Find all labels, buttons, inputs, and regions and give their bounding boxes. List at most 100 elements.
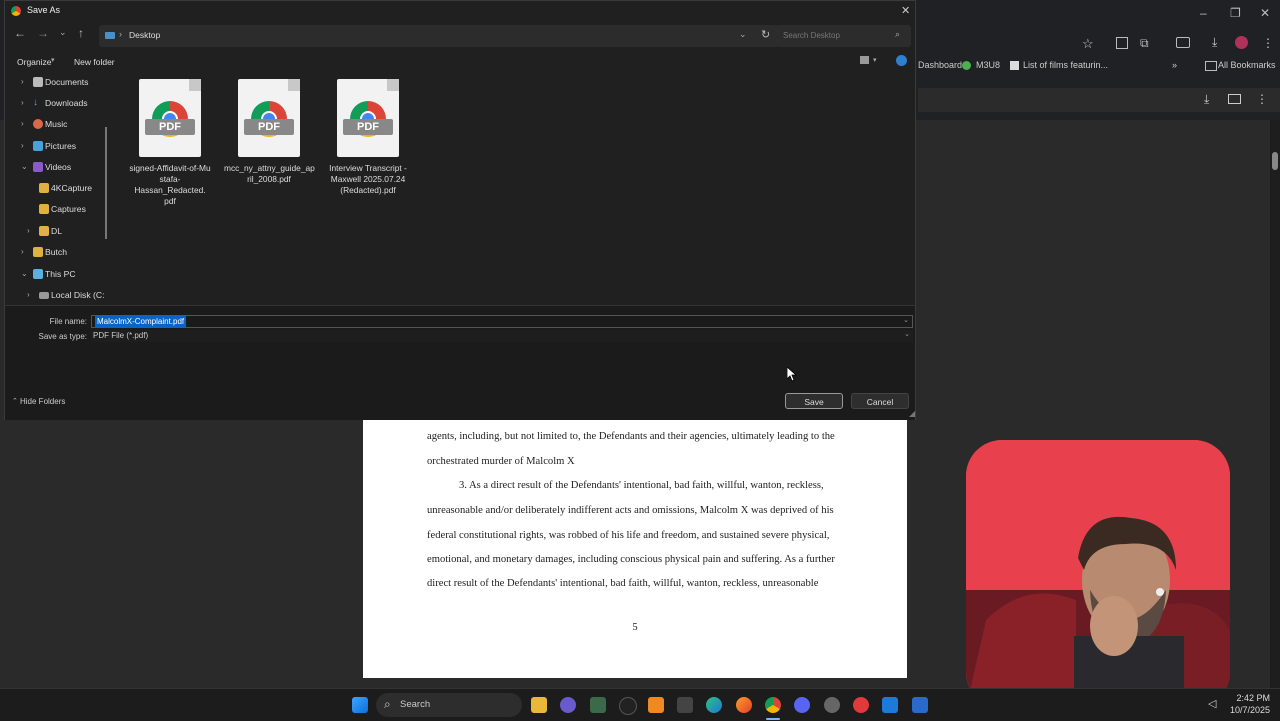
collapse-icon[interactable]: ⌄ xyxy=(21,157,28,177)
app-icon[interactable] xyxy=(677,697,693,713)
expand-icon[interactable]: › xyxy=(21,93,24,113)
star-icon[interactable]: ☆ xyxy=(1082,36,1094,52)
minimize-icon[interactable]: – xyxy=(1200,6,1207,20)
save-type-select[interactable]: PDF File (*.pdf) ⌄ xyxy=(91,330,913,342)
help-icon[interactable] xyxy=(896,55,907,66)
collapse-icon[interactable]: ⌄ xyxy=(21,264,28,284)
firefox-icon[interactable] xyxy=(736,697,752,713)
sidebar-item-dl[interactable]: › DL xyxy=(5,221,109,241)
navigation-pane: › Documents › ↓ Downloads › Music › Pict… xyxy=(5,75,109,303)
vscode-icon[interactable] xyxy=(882,697,898,713)
file-name-line: (Redacted).pdf xyxy=(340,185,396,195)
sidebar-item-music[interactable]: › Music xyxy=(5,114,109,134)
expand-icon[interactable]: › xyxy=(27,285,30,305)
nav-pane-scrollbar[interactable] xyxy=(105,127,107,239)
sidebar-item-label: DL xyxy=(51,226,62,236)
file-name-line: mcc_ny_attny_guide_ap xyxy=(224,163,315,173)
app-icon[interactable] xyxy=(824,697,840,713)
sidebar-item-label: Butch xyxy=(45,247,67,257)
hide-folders-button[interactable]: Hide Folders xyxy=(20,397,65,406)
volume-icon[interactable]: ◁ xyxy=(1208,697,1216,710)
sidebar-item-pictures[interactable]: › Pictures xyxy=(5,136,109,156)
new-folder-button[interactable]: New folder xyxy=(74,57,115,67)
dialog-close-icon[interactable]: ✕ xyxy=(901,4,910,17)
discord-icon[interactable] xyxy=(794,697,810,713)
organize-button[interactable]: Organize xyxy=(17,57,52,67)
recent-locations-icon[interactable]: ⌄ xyxy=(59,27,67,38)
folder-icon xyxy=(33,247,43,257)
refresh-icon[interactable]: ↻ xyxy=(761,28,770,41)
sidebar-item-captures[interactable]: Captures xyxy=(5,199,109,219)
avatar[interactable] xyxy=(1235,36,1248,49)
search-input[interactable]: Search Desktop ⌕ xyxy=(777,25,911,47)
save-button[interactable]: Save xyxy=(785,393,843,409)
hide-folders-chevron-icon[interactable]: ⌃ xyxy=(12,397,18,405)
app-icon[interactable] xyxy=(619,697,637,715)
pdf-download-icon[interactable]: ⤓ xyxy=(1204,92,1209,107)
breadcrumb[interactable]: Desktop xyxy=(129,30,160,40)
expand-icon[interactable]: › xyxy=(21,136,24,156)
taskbar-search[interactable]: ⌕ Search xyxy=(376,693,522,717)
sidebar-item-downloads[interactable]: › ↓ Downloads xyxy=(5,93,109,113)
back-arrow-icon[interactable]: ← xyxy=(14,26,26,40)
expand-icon[interactable]: › xyxy=(21,114,24,134)
bookmark-dashboard[interactable]: Dashboard xyxy=(918,60,962,70)
pdf-scroll-thumb[interactable] xyxy=(1272,152,1278,170)
clock[interactable]: 2:42 PM 10/7/2025 xyxy=(1226,692,1270,716)
address-dropdown-icon[interactable]: ⌄ xyxy=(739,29,747,40)
save-type-label: Save as type: xyxy=(38,332,87,341)
print-icon[interactable] xyxy=(1228,94,1241,104)
restore-icon[interactable]: ❐ xyxy=(1230,6,1241,20)
pdf-scrollbar[interactable] xyxy=(1270,120,1280,688)
vlc-icon[interactable] xyxy=(648,697,664,713)
file-explorer-icon[interactable] xyxy=(531,697,547,713)
file-name-field[interactable]: ⌄ xyxy=(91,315,913,328)
up-arrow-icon[interactable]: ↑ xyxy=(78,26,84,40)
app-icon[interactable] xyxy=(560,697,576,713)
menu-icon[interactable]: ⋮ xyxy=(1262,36,1274,50)
file-item[interactable]: PDF signed-Affidavit-of-Mu stafa-Hassan_… xyxy=(125,79,215,207)
folder-icon xyxy=(39,204,49,214)
bookmark-films[interactable]: List of films featurin... xyxy=(1023,60,1108,70)
extensions-icon[interactable]: ⧉ xyxy=(1140,36,1149,51)
sidebar-item-this-pc[interactable]: ⌄ This PC xyxy=(5,264,109,284)
sidebar-item-butch[interactable]: › Butch xyxy=(5,242,109,262)
app-icon[interactable] xyxy=(590,697,606,713)
cast-icon[interactable] xyxy=(1176,37,1190,48)
bookmark-all[interactable]: All Bookmarks xyxy=(1218,60,1276,70)
sidebar-item-local-disk[interactable]: › Local Disk (C: xyxy=(5,285,109,305)
download-icon[interactable]: ⤓ xyxy=(1212,35,1217,50)
app-icon[interactable] xyxy=(853,697,869,713)
organize-chevron-icon: ▾ xyxy=(51,57,55,64)
file-name-value[interactable]: MalcolmX-Complaint.pdf xyxy=(95,316,187,327)
edge-icon[interactable] xyxy=(706,697,722,713)
windows-start-icon[interactable] xyxy=(352,697,368,713)
chrome-icon[interactable] xyxy=(765,697,781,713)
resize-grip-icon[interactable]: ◢ xyxy=(909,409,915,418)
expand-icon[interactable]: › xyxy=(21,242,24,262)
reading-list-icon[interactable] xyxy=(1116,37,1128,49)
dialog-titlebar: Save As ✕ xyxy=(5,1,915,21)
more-bookmarks-icon[interactable]: » xyxy=(1172,60,1177,70)
sidebar-item-documents[interactable]: › Documents xyxy=(5,72,109,92)
close-icon[interactable]: ✕ xyxy=(1260,6,1270,20)
app-icon[interactable] xyxy=(912,697,928,713)
cancel-button[interactable]: Cancel xyxy=(851,393,909,409)
save-type-dropdown-icon[interactable]: ⌄ xyxy=(904,330,910,338)
pdf-file-icon: PDF xyxy=(139,79,201,157)
pdf-menu-icon[interactable]: ⋮ xyxy=(1256,92,1268,106)
file-item[interactable]: PDF mcc_ny_attny_guide_ap ril_2008.pdf xyxy=(224,79,315,185)
bookmark-m3u8[interactable]: M3U8 xyxy=(976,60,1000,70)
file-name-dropdown-icon[interactable]: ⌄ xyxy=(903,316,909,324)
address-bar[interactable]: › Desktop ⌄ ↻ xyxy=(99,25,779,47)
view-chevron-icon[interactable]: ▾ xyxy=(873,56,877,64)
view-options-icon[interactable] xyxy=(860,56,869,64)
forward-arrow-icon[interactable]: → xyxy=(37,26,49,40)
expand-icon[interactable]: › xyxy=(21,72,24,92)
file-item[interactable]: PDF Interview Transcript - Maxwell 2025.… xyxy=(323,79,413,196)
clock-time: 2:42 PM xyxy=(1236,693,1270,703)
expand-icon[interactable]: › xyxy=(27,221,30,241)
sidebar-item-4kcapture[interactable]: 4KCapture xyxy=(5,178,109,198)
file-name-line: Interview Transcript - xyxy=(329,163,407,173)
sidebar-item-videos[interactable]: ⌄ Videos xyxy=(5,157,109,177)
